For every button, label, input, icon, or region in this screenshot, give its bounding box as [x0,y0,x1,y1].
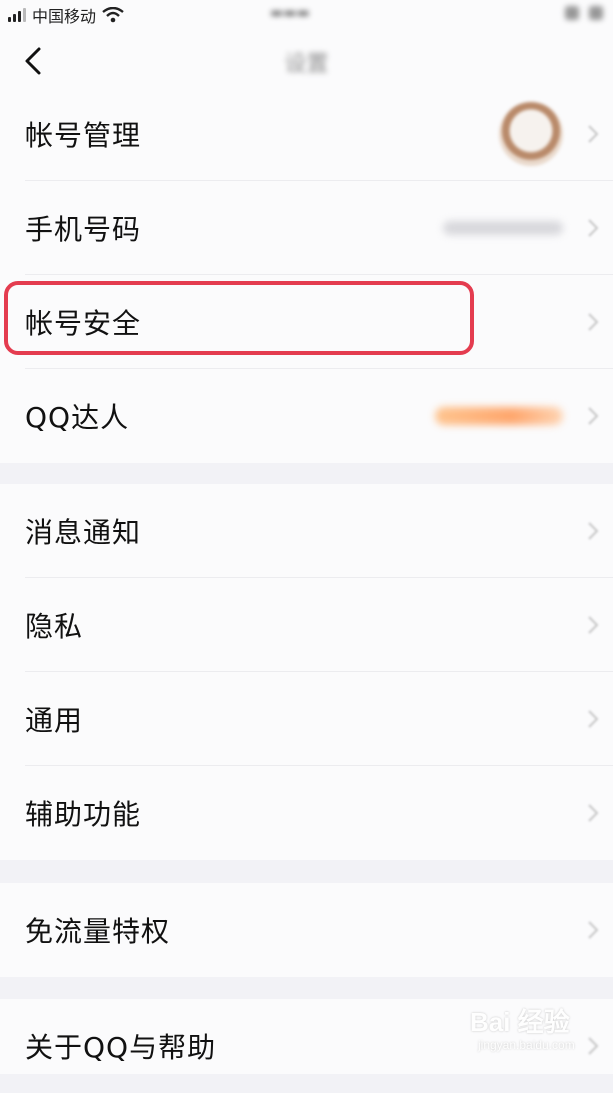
account-settings-group: 帐号管理 手机号码 帐号安全 QQ达人 [0,96,613,463]
masked-phone-number [443,221,563,235]
carrier-name: 中国移动 [32,7,97,26]
row-label: QQ达人 [25,401,130,434]
chevron-right-icon [588,710,599,728]
chevron-right-icon [588,407,599,425]
chevron-right-icon [588,313,599,331]
row-label: 手机号码 [25,213,142,246]
row-label: 辅助功能 [25,798,142,831]
chevron-right-icon [588,522,599,540]
signal-icon [8,8,26,22]
wifi-icon [102,7,124,23]
about-group: 关于QQ与帮助 [0,999,613,1074]
qq-expert-badge [435,407,563,425]
chevron-right-icon [588,804,599,822]
row-label: 关于QQ与帮助 [25,1031,217,1064]
status-right-icons [565,6,603,20]
row-label: 隐私 [25,610,84,643]
row-label: 通用 [25,704,84,737]
data-privilege-group: 免流量特权 [0,883,613,977]
avatar [499,102,563,166]
settings-row-qq-expert[interactable]: QQ达人 [0,369,613,463]
settings-row-about-help[interactable]: 关于QQ与帮助 [0,999,613,1093]
alarm-icon [565,6,579,20]
general-settings-group: 消息通知 隐私 通用 辅助功能 [0,484,613,860]
status-bar: 中国移动 ▬▬▬ [0,0,613,30]
settings-row-accessibility[interactable]: 辅助功能 [0,766,613,860]
settings-row-account-management[interactable]: 帐号管理 [0,87,613,181]
chevron-right-icon [588,921,599,939]
page-title: 设置 [284,52,329,77]
row-label: 帐号管理 [25,119,142,152]
row-label: 免流量特权 [25,915,171,948]
chevron-right-icon [588,616,599,634]
battery-icon [589,6,603,20]
chevron-right-icon [588,219,599,237]
settings-row-privacy[interactable]: 隐私 [0,578,613,672]
chevron-right-icon [588,1037,599,1055]
settings-row-general[interactable]: 通用 [0,672,613,766]
settings-row-notifications[interactable]: 消息通知 [0,484,613,578]
row-label: 消息通知 [25,516,142,549]
status-time: ▬▬▬ [270,5,310,21]
settings-row-free-data[interactable]: 免流量特权 [0,883,613,977]
settings-row-phone-number[interactable]: 手机号码 [0,181,613,275]
chevron-right-icon [588,125,599,143]
highlight-annotation-box [4,281,474,355]
status-left: 中国移动 [8,3,124,27]
